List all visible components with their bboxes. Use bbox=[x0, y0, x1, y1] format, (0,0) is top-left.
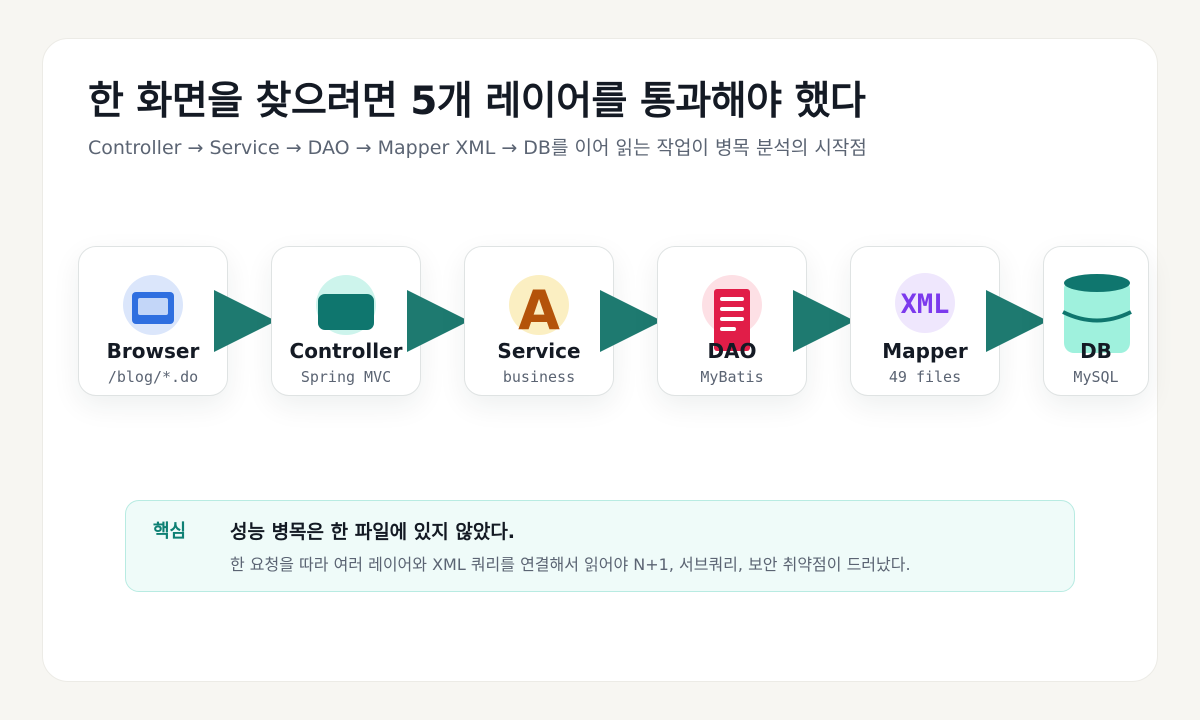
browser-window-icon bbox=[79, 269, 227, 341]
arrow-right-icon bbox=[793, 290, 855, 352]
page-subtitle: Controller → Service → DAO → Mapper XML … bbox=[88, 137, 867, 159]
arrow-right-icon bbox=[407, 290, 469, 352]
callout-label: 핵심 bbox=[153, 521, 187, 542]
page-title: 한 화면을 찾으려면 5개 레이어를 통과해야 했다 bbox=[88, 79, 866, 124]
node-subtitle: Spring MVC bbox=[300, 368, 392, 386]
callout-body: 한 요청을 따라 여러 레이어와 XML 쿼리를 연결해서 읽어야 N+1, 서… bbox=[230, 555, 911, 574]
xml-text-icon: XML bbox=[851, 269, 999, 341]
node-name: Mapper bbox=[882, 339, 968, 363]
node-subtitle: MyBatis bbox=[700, 368, 764, 386]
node-name: Controller bbox=[289, 339, 403, 363]
database-cylinder-icon bbox=[1044, 269, 1148, 353]
arrow-right-icon bbox=[214, 290, 276, 352]
service-letter: A bbox=[518, 279, 560, 341]
arrow-right-icon bbox=[600, 290, 662, 352]
flow-node-browser: Browser /blog/*.do bbox=[78, 246, 228, 396]
key-insight-callout: 핵심 성능 병목은 한 파일에 있지 않았다. 한 요청을 따라 여러 레이어와… bbox=[125, 500, 1075, 592]
flow-node-controller: Controller Spring MVC bbox=[271, 246, 421, 396]
node-name: DB bbox=[1080, 339, 1112, 363]
node-subtitle: MySQL bbox=[1073, 368, 1119, 386]
controller-block-icon bbox=[272, 269, 420, 341]
flow-node-dao: DAO MyBatis bbox=[657, 246, 807, 396]
mapper-xml-text: XML bbox=[901, 289, 950, 320]
flow-node-db: DB MySQL bbox=[1043, 246, 1149, 396]
node-name: Browser bbox=[106, 339, 200, 363]
arrow-right-icon bbox=[986, 290, 1048, 352]
node-name: DAO bbox=[707, 339, 757, 363]
letter-a-icon: A bbox=[465, 269, 613, 341]
node-subtitle: business bbox=[502, 368, 576, 386]
node-subtitle: /blog/*.do bbox=[107, 368, 199, 386]
flow-node-service: A Service business bbox=[464, 246, 614, 396]
callout-headline: 성능 병목은 한 파일에 있지 않았다. bbox=[230, 521, 516, 543]
document-list-icon bbox=[658, 269, 806, 351]
node-name: Service bbox=[497, 339, 581, 363]
flow-node-mapper: XML Mapper 49 files bbox=[850, 246, 1000, 396]
node-subtitle: 49 files bbox=[888, 368, 962, 386]
